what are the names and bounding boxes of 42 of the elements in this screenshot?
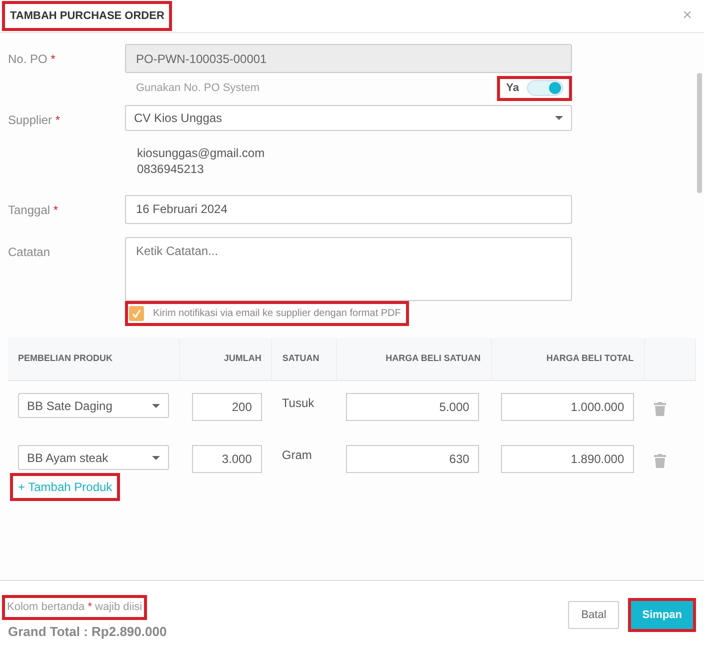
grand-total: Grand Total : Rp2.890.000 — [7, 622, 167, 641]
caret-icon — [152, 404, 160, 408]
delete-button[interactable] — [654, 451, 666, 469]
contact-text: 0836945213 — [137, 160, 204, 176]
total-price-field[interactable]: 1.890.000 — [501, 445, 634, 473]
checkbox[interactable] — [129, 306, 144, 320]
supplier-select[interactable]: CV Kios Unggas — [125, 104, 572, 130]
dialog-title: TAMBAH PURCHASE ORDER — [9, 8, 166, 24]
date-field[interactable]: 16 Februari 2024 — [125, 194, 572, 224]
quantity-field[interactable]: 3.000 — [192, 445, 262, 473]
product-select[interactable]: BB Sate Daging — [18, 393, 169, 418]
unit-text: Tusuk — [282, 395, 314, 412]
unit-price-field[interactable]: 5.000 — [346, 393, 480, 421]
notes-field[interactable]: Ketik Catatan... — [125, 236, 572, 300]
field-label: No. PO * — [8, 52, 56, 66]
cancel-button[interactable]: Batal — [568, 601, 620, 629]
trash-icon — [654, 402, 666, 416]
scrollbar[interactable] — [697, 73, 702, 193]
hint-text: Gunakan No. PO System — [135, 81, 260, 96]
required-note: Kolom bertanda * wajib diisi — [6, 600, 144, 615]
toggle-label: Ya — [506, 81, 519, 96]
caret-icon — [555, 116, 563, 120]
column-header: HARGA BELI TOTAL — [546, 353, 634, 363]
column-header: HARGA BELI SATUAN — [386, 353, 481, 363]
total-price-field[interactable]: 1.000.000 — [501, 393, 634, 421]
product-select[interactable]: BB Ayam steak — [18, 445, 169, 470]
toggle-switch[interactable] — [527, 80, 563, 96]
quantity-field[interactable]: 200 — [192, 393, 262, 421]
checkbox-label: Kirim notifikasi via email ke supplier dengan format PDF — [153, 306, 401, 320]
unit-price-field[interactable]: 630 — [346, 445, 480, 473]
delete-button[interactable] — [654, 399, 666, 417]
column-header: JUMLAH — [224, 353, 262, 363]
column-header: PEMBELIAN PRODUK — [18, 353, 113, 363]
check-icon — [132, 308, 141, 318]
column-header: SATUAN — [282, 353, 320, 363]
trash-icon — [654, 454, 666, 468]
unit-text: Gram — [282, 447, 312, 464]
contact-text: kiosunggas@gmail.com — [137, 144, 265, 160]
field-label: Tanggal * — [8, 202, 58, 216]
field-label: Supplier * — [8, 112, 60, 126]
field-label: Catatan — [8, 244, 50, 258]
caret-icon — [152, 456, 160, 460]
